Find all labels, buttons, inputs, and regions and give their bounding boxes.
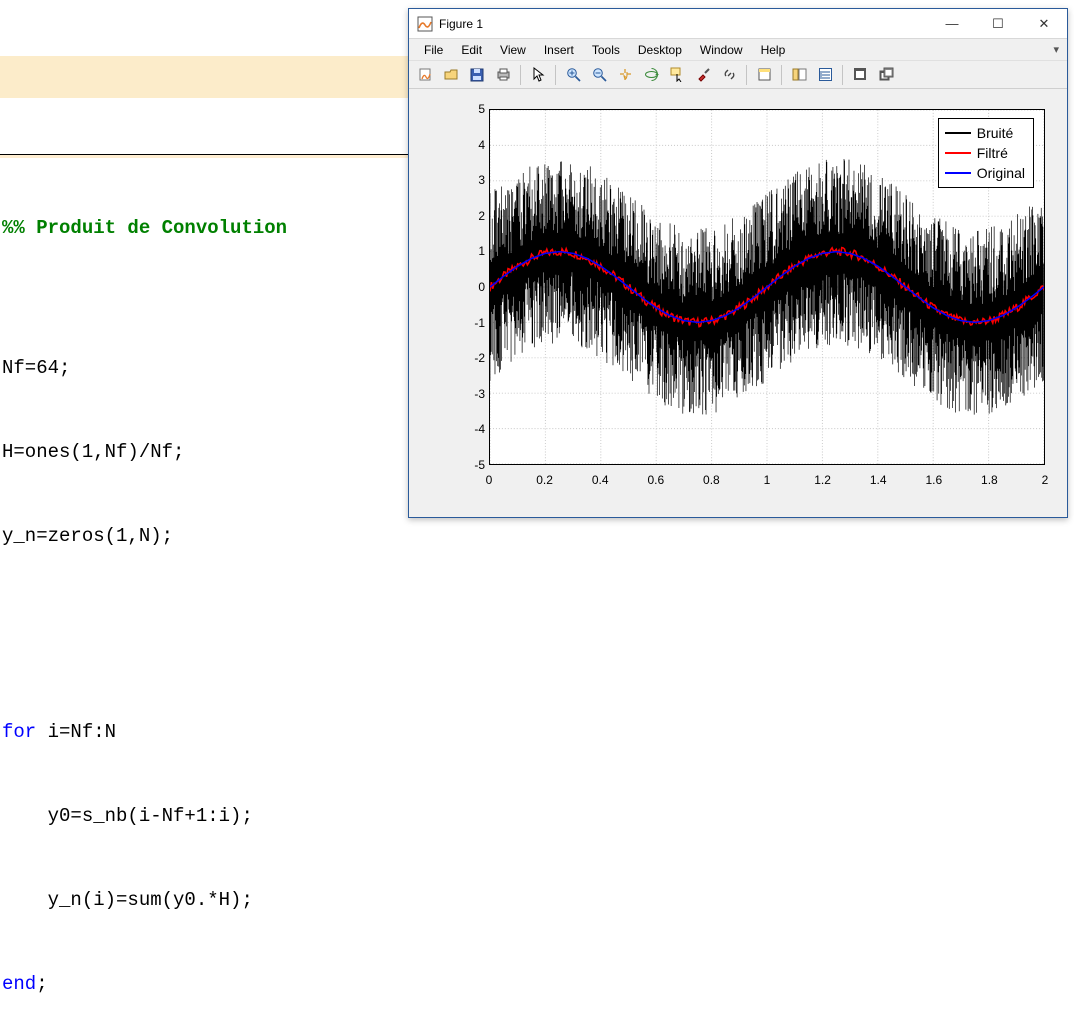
y-tick-label: -1 xyxy=(455,316,485,330)
new-figure-icon[interactable] xyxy=(413,64,437,86)
pointer-icon[interactable] xyxy=(526,64,550,86)
code-line: y_n(i)=sum(y0.*H); xyxy=(0,886,408,914)
figure-window: Figure 1 — ☐ ✕ File Edit View Insert Too… xyxy=(408,8,1068,518)
for-keyword: for xyxy=(2,721,36,743)
pan-icon[interactable] xyxy=(613,64,637,86)
rotate3d-icon[interactable] xyxy=(639,64,663,86)
toolbar-separator xyxy=(781,65,782,85)
plot-area: Bruité Filtré Original -5 -4 -3 -2 -1 0 1 2 3 4 5 0… xyxy=(409,89,1067,517)
menu-file[interactable]: File xyxy=(415,39,452,60)
y-tick-label: 1 xyxy=(455,244,485,258)
menu-insert[interactable]: Insert xyxy=(535,39,583,60)
zoom-in-icon[interactable] xyxy=(561,64,585,86)
menu-desktop[interactable]: Desktop xyxy=(629,39,691,60)
legend[interactable]: Bruité Filtré Original xyxy=(938,118,1034,188)
x-tick-label: 1.8 xyxy=(981,473,998,487)
x-tick-label: 0.6 xyxy=(647,473,664,487)
brush-icon[interactable] xyxy=(691,64,715,86)
grid-icon[interactable] xyxy=(813,64,837,86)
link-icon[interactable] xyxy=(717,64,741,86)
legend-entry: Filtré xyxy=(945,143,1025,163)
y-tick-label: 2 xyxy=(455,209,485,223)
y-tick-label: 4 xyxy=(455,138,485,152)
toolbar-separator xyxy=(746,65,747,85)
window-title: Figure 1 xyxy=(439,17,483,31)
toolbar-separator xyxy=(520,65,521,85)
editor-banner xyxy=(0,56,408,98)
y-tick-label: 0 xyxy=(455,280,485,294)
code-line: for i=Nf:N xyxy=(0,718,408,746)
legend-entry: Bruité xyxy=(945,123,1025,143)
code-line: end; xyxy=(0,970,408,998)
legend-label: Original xyxy=(977,165,1025,181)
matlab-figure-icon xyxy=(417,16,433,32)
y-tick-label: -3 xyxy=(455,387,485,401)
section-header: %% Produit de Convolution xyxy=(0,214,408,242)
open-icon[interactable] xyxy=(439,64,463,86)
zoom-out-icon[interactable] xyxy=(587,64,611,86)
menu-help[interactable]: Help xyxy=(752,39,795,60)
for-rest: i=Nf:N xyxy=(36,721,116,743)
y-tick-label: -2 xyxy=(455,351,485,365)
code-line: y_n=zeros(1,N); xyxy=(0,522,408,550)
editor-hr xyxy=(0,154,408,158)
insert-colorbar-icon[interactable] xyxy=(752,64,776,86)
x-tick-label: 0.8 xyxy=(703,473,720,487)
maximize-button[interactable]: ☐ xyxy=(975,9,1021,39)
x-tick-label: 1 xyxy=(764,473,771,487)
x-tick-label: 0 xyxy=(486,473,493,487)
legend-label: Filtré xyxy=(977,145,1008,161)
end-semi: ; xyxy=(36,973,47,995)
y-tick-label: 3 xyxy=(455,173,485,187)
menu-overflow-icon[interactable]: ▾ xyxy=(1053,43,1067,56)
insert-legend-icon[interactable] xyxy=(787,64,811,86)
legend-label: Bruité xyxy=(977,125,1014,141)
undock-icon[interactable] xyxy=(874,64,898,86)
matlab-editor: %% Produit de Convolution Nf=64; H=ones(… xyxy=(0,0,408,528)
y-tick-label: -5 xyxy=(455,458,485,472)
code-line: Nf=64; xyxy=(0,354,408,382)
toolbar-separator xyxy=(555,65,556,85)
toolbar-separator xyxy=(842,65,843,85)
x-tick-label: 1.6 xyxy=(925,473,942,487)
legend-entry: Original xyxy=(945,163,1025,183)
x-tick-label: 1.2 xyxy=(814,473,831,487)
x-tick-label: 0.2 xyxy=(536,473,553,487)
code-line: H=ones(1,Nf)/Nf; xyxy=(0,438,408,466)
figure-toolbar xyxy=(409,61,1067,89)
x-tick-label: 0.4 xyxy=(592,473,609,487)
data-cursor-icon[interactable] xyxy=(665,64,689,86)
axes[interactable]: Bruité Filtré Original xyxy=(489,109,1045,465)
titlebar[interactable]: Figure 1 — ☐ ✕ xyxy=(409,9,1067,39)
menubar: File Edit View Insert Tools Desktop Wind… xyxy=(409,39,1067,61)
code-line: y0=s_nb(i-Nf+1:i); xyxy=(0,802,408,830)
menu-edit[interactable]: Edit xyxy=(452,39,491,60)
close-button[interactable]: ✕ xyxy=(1021,9,1067,39)
dock-icon[interactable] xyxy=(848,64,872,86)
menu-tools[interactable]: Tools xyxy=(583,39,629,60)
end-keyword: end xyxy=(2,973,36,995)
y-tick-label: -4 xyxy=(455,422,485,436)
x-tick-label: 2 xyxy=(1042,473,1049,487)
menu-window[interactable]: Window xyxy=(691,39,752,60)
x-tick-label: 1.4 xyxy=(870,473,887,487)
y-tick-label: 5 xyxy=(455,102,485,116)
minimize-button[interactable]: — xyxy=(929,9,975,39)
print-icon[interactable] xyxy=(491,64,515,86)
menu-view[interactable]: View xyxy=(491,39,535,60)
axes-container: Bruité Filtré Original -5 -4 -3 -2 -1 0 1 2 3 4 5 0… xyxy=(453,105,1053,487)
save-icon[interactable] xyxy=(465,64,489,86)
